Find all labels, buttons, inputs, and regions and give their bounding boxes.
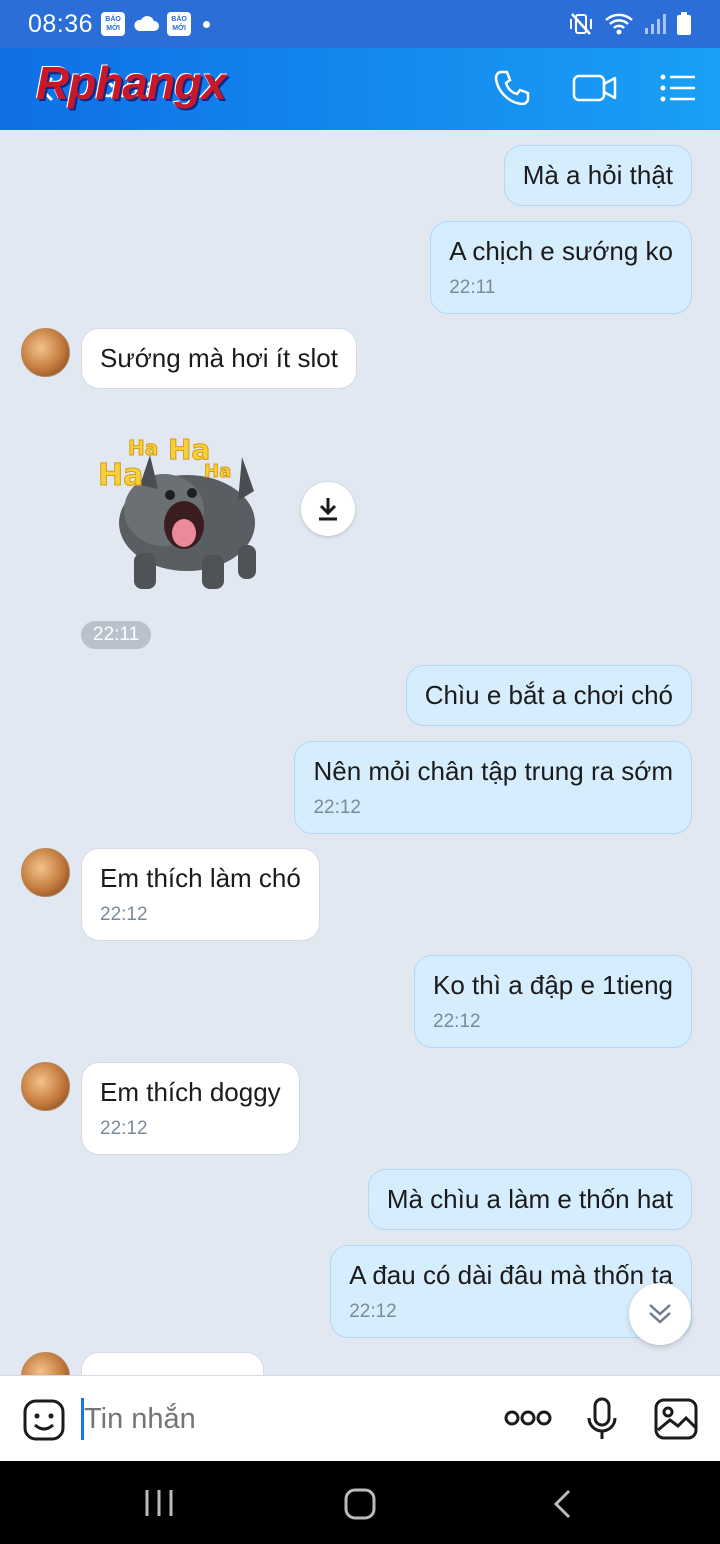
baomoi-notification-icon: BÁO MỚI [167, 12, 192, 36]
sticker-time: 22:11 [81, 621, 152, 649]
message-bubble-sent[interactable]: A chịch e sướng ko 22:11 [430, 221, 692, 314]
home-icon[interactable] [343, 1487, 377, 1521]
double-chevron-down-icon [649, 1304, 671, 1324]
message-time: 22:11 [449, 277, 496, 298]
dog-laughing-sticker[interactable]: Ha Ha Ha Ha [92, 415, 282, 605]
chat-header: cute Rphangx [0, 48, 720, 130]
watermark-logo: Rphangx [36, 57, 227, 109]
contact-avatar[interactable] [21, 1352, 70, 1375]
battery-icon [677, 12, 691, 35]
message-bubble-received[interactable] [81, 1352, 264, 1375]
message-bubble-sent[interactable]: Nên mỏi chân tập trung ra sớm 22:12 [294, 741, 692, 834]
image-gallery-icon[interactable] [654, 1398, 698, 1440]
message-bubble-sent[interactable]: Ko thì a đập e 1tieng 22:12 [414, 955, 692, 1048]
more-notifications-dot [203, 20, 211, 28]
cloud-icon [134, 16, 160, 31]
download-sticker-button[interactable] [301, 482, 355, 536]
message-time: 22:12 [313, 797, 361, 818]
message-bubble-sent[interactable]: Mà chìu a làm e thốn hat [367, 1169, 692, 1230]
svg-text:Ha: Ha [204, 461, 231, 482]
phone-call-icon[interactable] [492, 68, 532, 108]
message-time: 22:12 [100, 904, 148, 925]
signal-icon [645, 14, 666, 34]
message-bubble-sent[interactable]: Chìu e bắt a chơi chó [405, 665, 692, 726]
sticker-emoji-icon[interactable] [22, 1398, 66, 1442]
baomoi-notification-icon: BÁO MỚI [101, 12, 126, 36]
message-time: 22:12 [100, 1118, 148, 1139]
message-bubble-sent[interactable]: Mà a hỏi thật [503, 145, 692, 206]
message-input[interactable] [84, 1392, 464, 1446]
contact-avatar[interactable] [21, 1062, 70, 1111]
more-options-icon[interactable] [504, 1408, 552, 1428]
wifi-icon [605, 13, 633, 35]
svg-text:Ha: Ha [128, 436, 158, 460]
recent-apps-icon[interactable] [143, 1488, 175, 1518]
scroll-to-bottom-button[interactable] [629, 1283, 691, 1345]
message-time: 22:12 [433, 1011, 481, 1032]
menu-list-icon[interactable] [658, 68, 698, 108]
message-bubble-received[interactable]: Sướng mà hơi ít slot [81, 328, 357, 389]
status-bar: 08:36 BÁO MỚI BÁO MỚI [0, 0, 720, 48]
message-bubble-received[interactable]: Em thích doggy 22:12 [81, 1062, 300, 1155]
dog-sticker-image: Ha Ha Ha Ha [98, 433, 256, 589]
contact-avatar[interactable] [21, 848, 70, 897]
message-time: 22:12 [349, 1301, 397, 1322]
download-icon [319, 498, 337, 521]
contact-avatar[interactable] [21, 328, 70, 377]
status-time: 08:36 [28, 9, 94, 38]
message-bubble-received[interactable]: Em thích làm chó 22:12 [81, 848, 320, 941]
back-nav-icon[interactable] [550, 1488, 574, 1520]
android-navigation-bar [0, 1461, 720, 1544]
message-composer [0, 1375, 720, 1461]
microphone-icon[interactable] [586, 1396, 618, 1442]
vibrate-mute-icon [570, 13, 592, 35]
video-call-icon[interactable] [572, 68, 618, 108]
message-list[interactable]: Mà a hỏi thật A chịch e sướng ko 22:11 S… [0, 130, 720, 1375]
svg-text:Ha: Ha [98, 458, 143, 493]
